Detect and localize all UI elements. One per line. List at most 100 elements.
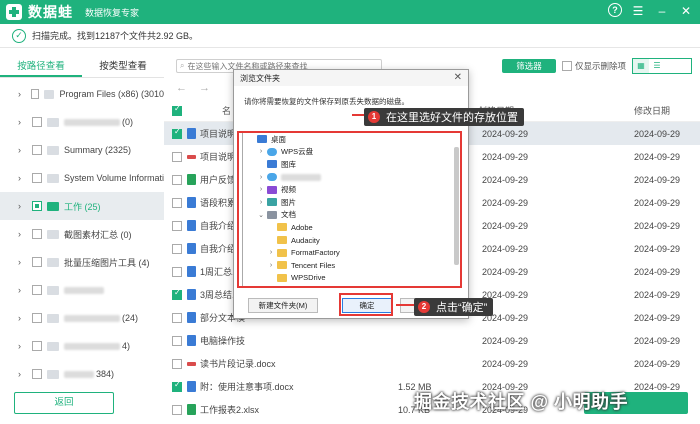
table-row[interactable]: 电脑操作技 2024-09-29 2024-09-29 — [164, 329, 700, 352]
checkbox[interactable] — [31, 173, 42, 183]
tree-item-label: (24) — [122, 313, 139, 323]
tree-item[interactable]: › Program Files (x86) (3010 — [0, 80, 164, 108]
chevron-right-icon[interactable]: › — [18, 257, 26, 267]
modified-date: 2024-09-29 — [634, 266, 681, 277]
tree-item[interactable]: › 4) — [0, 332, 164, 360]
chevron-right-icon[interactable]: › — [18, 369, 26, 379]
tree-item[interactable]: › System Volume Informati — [0, 164, 164, 192]
new-folder-button[interactable]: 新建文件夹(M) — [248, 298, 318, 313]
app-brand: 数据蛙 — [28, 4, 73, 20]
row-checkbox[interactable] — [172, 335, 182, 346]
row-checkbox[interactable] — [172, 220, 182, 231]
list-view-icon[interactable]: ☰ — [649, 59, 665, 73]
created-date: 2024-09-29 — [482, 220, 529, 231]
chevron-right-icon[interactable]: › — [18, 173, 26, 183]
dialog-title: 浏览文件夹 — [234, 70, 468, 86]
tree-item-label: 批量压缩图片工具 (4) — [64, 257, 150, 268]
chevron-right-icon[interactable]: › — [18, 229, 26, 239]
row-checkbox[interactable] — [172, 151, 182, 162]
row-checkbox[interactable] — [172, 266, 182, 277]
nav-arrows: ← → — [176, 82, 210, 96]
chevron-right-icon[interactable]: › — [18, 201, 26, 211]
created-date: 2024-09-29 — [482, 128, 529, 139]
tree-item[interactable]: › (0) — [0, 108, 164, 136]
file-icon — [187, 312, 196, 323]
chevron-right-icon[interactable]: › — [18, 285, 26, 295]
modified-date: 2024-09-29 — [634, 220, 681, 231]
checkbox[interactable] — [32, 257, 42, 267]
app-subtitle: 数据恢复专家 — [85, 7, 140, 18]
view-switcher: ▦ ☰ — [632, 58, 692, 74]
tree-item-label: Program Files (x86) (3010 — [59, 89, 164, 99]
modified-date: 2024-09-29 — [634, 243, 681, 254]
tree-item[interactable]: › 截图素材汇总 (0) — [0, 220, 164, 248]
callout-step-1: 1 在这里选好文件的存放位置 — [364, 108, 524, 126]
chevron-right-icon[interactable]: › — [18, 117, 26, 127]
row-checkbox[interactable] — [172, 312, 182, 323]
tab-by-path[interactable]: 按路径查看 — [0, 58, 82, 77]
modified-date: 2024-09-29 — [634, 358, 681, 369]
tree-item[interactable]: › 384) — [0, 360, 164, 380]
chevron-right-icon[interactable]: › — [18, 145, 26, 155]
help-icon[interactable]: ? — [608, 3, 622, 17]
row-checkbox[interactable] — [172, 243, 182, 254]
folder-icon — [47, 313, 59, 323]
tree-item-label: 工作 (25) — [64, 201, 101, 212]
file-icon — [187, 243, 196, 254]
chevron-right-icon[interactable]: › — [18, 313, 26, 323]
back-arrow-icon[interactable]: ← — [176, 82, 187, 96]
column-modified[interactable]: 修改日期 — [604, 104, 700, 117]
row-checkbox[interactable] — [172, 288, 182, 300]
file-name-cell: 工作报表2.xlsx — [164, 403, 294, 416]
created-date: 2024-09-29 — [482, 358, 529, 369]
row-checkbox[interactable] — [172, 197, 182, 208]
file-icon — [187, 154, 196, 159]
folder-icon — [47, 229, 59, 239]
checkbox[interactable] — [32, 145, 42, 155]
created-date: 2024-09-29 — [482, 312, 529, 323]
only-deleted-toggle[interactable]: 仅显示删除项 — [562, 60, 626, 72]
checkbox[interactable] — [32, 117, 42, 127]
modified-date: 2024-09-29 — [634, 335, 681, 346]
chevron-right-icon[interactable]: › — [18, 89, 25, 99]
tree-item[interactable]: › 批量压缩图片工具 (4) — [0, 248, 164, 276]
row-checkbox[interactable] — [172, 404, 182, 415]
menu-icon[interactable]: ☰ — [630, 3, 646, 19]
redacted-text — [64, 287, 104, 295]
file-name: 工作报表2.xlsx — [200, 405, 260, 415]
close-icon[interactable]: ✕ — [678, 3, 694, 19]
modified-date: 2024-09-29 — [634, 289, 681, 300]
filter-button[interactable]: 筛选器 — [502, 59, 556, 73]
checkbox[interactable] — [32, 341, 42, 351]
only-deleted-checkbox[interactable] — [562, 61, 572, 71]
file-icon — [187, 361, 196, 366]
tab-by-type[interactable]: 按类型查看 — [82, 58, 164, 77]
checkbox[interactable] — [32, 285, 42, 295]
row-checkbox[interactable] — [172, 127, 182, 139]
checkbox[interactable] — [32, 313, 42, 323]
back-button[interactable]: 返回 — [14, 392, 114, 414]
checkbox[interactable] — [32, 229, 42, 239]
minimize-icon[interactable]: – — [654, 3, 670, 19]
close-icon[interactable]: ✕ — [454, 72, 462, 83]
row-checkbox[interactable] — [172, 174, 182, 185]
row-checkbox[interactable] — [172, 380, 182, 392]
tree-item[interactable]: › Summary (2325) — [0, 136, 164, 164]
grid-view-icon[interactable]: ▦ — [633, 59, 649, 73]
checkbox[interactable] — [30, 89, 40, 99]
checkbox[interactable] — [32, 369, 42, 379]
tree-item-selected[interactable]: › 工作 (25) — [0, 192, 164, 220]
row-checkbox[interactable] — [172, 358, 182, 369]
file-icon — [187, 381, 196, 392]
table-row[interactable]: 读书片段记录.docx 2024-09-29 2024-09-29 — [164, 352, 700, 375]
file-icon — [187, 289, 196, 300]
callout-text: 在这里选好文件的存放位置 — [386, 112, 518, 124]
tree-item[interactable]: › (24) — [0, 304, 164, 332]
tree-item[interactable]: › — [0, 276, 164, 304]
select-all-checkbox[interactable] — [172, 104, 182, 116]
tree-item-label: System Volume Informati — [63, 173, 164, 183]
checkbox[interactable] — [32, 201, 42, 211]
chevron-right-icon[interactable]: › — [18, 341, 26, 351]
forward-arrow-icon[interactable]: → — [199, 82, 210, 96]
highlight-box-tree — [237, 131, 462, 288]
